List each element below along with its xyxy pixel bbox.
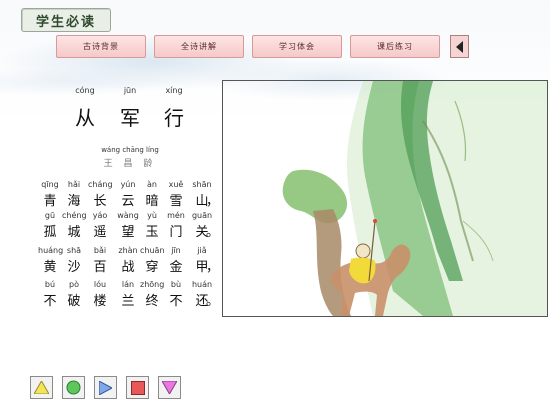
prev-button[interactable]	[30, 376, 53, 399]
pinyin: huáng	[38, 246, 64, 255]
poem-char: 玉	[145, 225, 159, 240]
author-name: 王 昌 龄	[103, 159, 157, 169]
poem-line: huáng shā bǎi zhàn chuān jīn jiǎ 黄 沙 百 战…	[38, 246, 220, 275]
poem-char: 孤	[43, 225, 57, 240]
pinyin: xuě	[168, 180, 184, 189]
title-pinyin: jūn	[123, 86, 137, 95]
stop-icon	[130, 380, 145, 395]
pinyin: hǎi	[67, 180, 81, 189]
punctuation: 。	[206, 225, 220, 240]
pinyin: qīng	[41, 180, 59, 189]
punctuation: ，	[206, 260, 220, 275]
pinyin: yún	[120, 180, 136, 189]
pinyin: huán	[191, 280, 213, 289]
record-button[interactable]	[62, 376, 85, 399]
general-on-horse-illustration	[282, 81, 547, 316]
back-button[interactable]	[450, 35, 469, 58]
poem-char: 长	[93, 194, 107, 209]
title-char: 从	[75, 106, 95, 130]
poem-line: bú pò lóu lán zhōng bù huán 不 破 楼 兰 终 不 …	[40, 280, 220, 309]
pinyin: shān	[192, 180, 212, 189]
pinyin: mén	[167, 211, 185, 220]
tab-bar: 古诗背景 全诗讲解 学习体会 课后练习	[56, 35, 469, 58]
poem-char: 破	[67, 294, 81, 309]
pinyin: pò	[69, 280, 79, 289]
poem-char: 海	[67, 194, 81, 209]
pinyin: jīn	[171, 246, 181, 255]
title-pinyin: cóng	[75, 86, 95, 95]
pinyin: zhàn	[118, 246, 138, 255]
tab-explanation[interactable]: 全诗讲解	[154, 35, 244, 58]
pinyin: zhōng	[140, 280, 165, 289]
poem-char: 城	[67, 225, 81, 240]
poem-char: 望	[121, 225, 135, 240]
pinyin: lóu	[93, 280, 107, 289]
poem-line: gū chéng yáo wàng yù mén guān 孤 城 遥 望 玉 …	[40, 211, 220, 240]
poem-char: 终	[145, 294, 159, 309]
left-arrow-icon	[455, 40, 463, 53]
author-pinyin: wáng chāng líng	[101, 146, 159, 154]
pinyin: chuān	[140, 246, 165, 255]
poem-char: 沙	[67, 260, 81, 275]
pinyin: cháng	[88, 180, 113, 189]
poem-char: 金	[169, 260, 183, 275]
poem-char: 战	[121, 260, 135, 275]
title-char: 军	[120, 106, 140, 130]
poem-char: 门	[169, 225, 183, 240]
pinyin: yáo	[92, 211, 108, 220]
pinyin: jiǎ	[197, 246, 207, 255]
poem-char: 雪	[169, 194, 183, 209]
pinyin: bù	[170, 280, 182, 289]
pinyin: shā	[66, 246, 82, 255]
poem-char: 兰	[121, 294, 135, 309]
play-button[interactable]	[94, 376, 117, 399]
pinyin: yù	[147, 211, 157, 220]
poem-line: qīng hǎi cháng yún àn xuě shān 青 海 长 云 暗…	[40, 180, 220, 209]
poem-char: 穿	[145, 260, 159, 275]
pinyin: lán	[121, 280, 135, 289]
pinyin: àn	[147, 180, 157, 189]
title-char: 行	[164, 106, 184, 130]
poem-title: cóng jūn xíng 从 军 行	[40, 86, 220, 130]
circle-icon	[66, 380, 81, 395]
next-button[interactable]	[158, 376, 181, 399]
illustration-frame	[222, 80, 548, 317]
pinyin: bǎi	[93, 246, 107, 255]
app-title: 学生必读	[21, 8, 111, 32]
punctuation: ，	[206, 194, 220, 209]
poem-char: 云	[121, 194, 135, 209]
pinyin: guān	[191, 211, 213, 220]
play-icon	[99, 380, 112, 395]
title-pinyin: xíng	[165, 86, 183, 95]
tab-exercise[interactable]: 课后练习	[350, 35, 440, 58]
poem-char: 暗	[145, 194, 159, 209]
triangle-down-icon	[162, 381, 177, 394]
poem-char: 青	[43, 194, 57, 209]
pinyin: wàng	[117, 211, 139, 220]
poem-char: 黄	[43, 260, 57, 275]
pinyin: bú	[44, 280, 56, 289]
stop-button[interactable]	[126, 376, 149, 399]
punctuation: 。	[206, 294, 220, 309]
poem-char: 遥	[93, 225, 107, 240]
tab-background[interactable]: 古诗背景	[56, 35, 146, 58]
poem-char: 楼	[93, 294, 107, 309]
tab-study[interactable]: 学习体会	[252, 35, 342, 58]
pinyin: gū	[44, 211, 56, 220]
poem-char: 不	[43, 294, 57, 309]
poem-char: 不	[169, 294, 183, 309]
pinyin: chéng	[62, 211, 87, 220]
triangle-up-icon	[34, 381, 49, 394]
poem-char: 百	[93, 260, 107, 275]
